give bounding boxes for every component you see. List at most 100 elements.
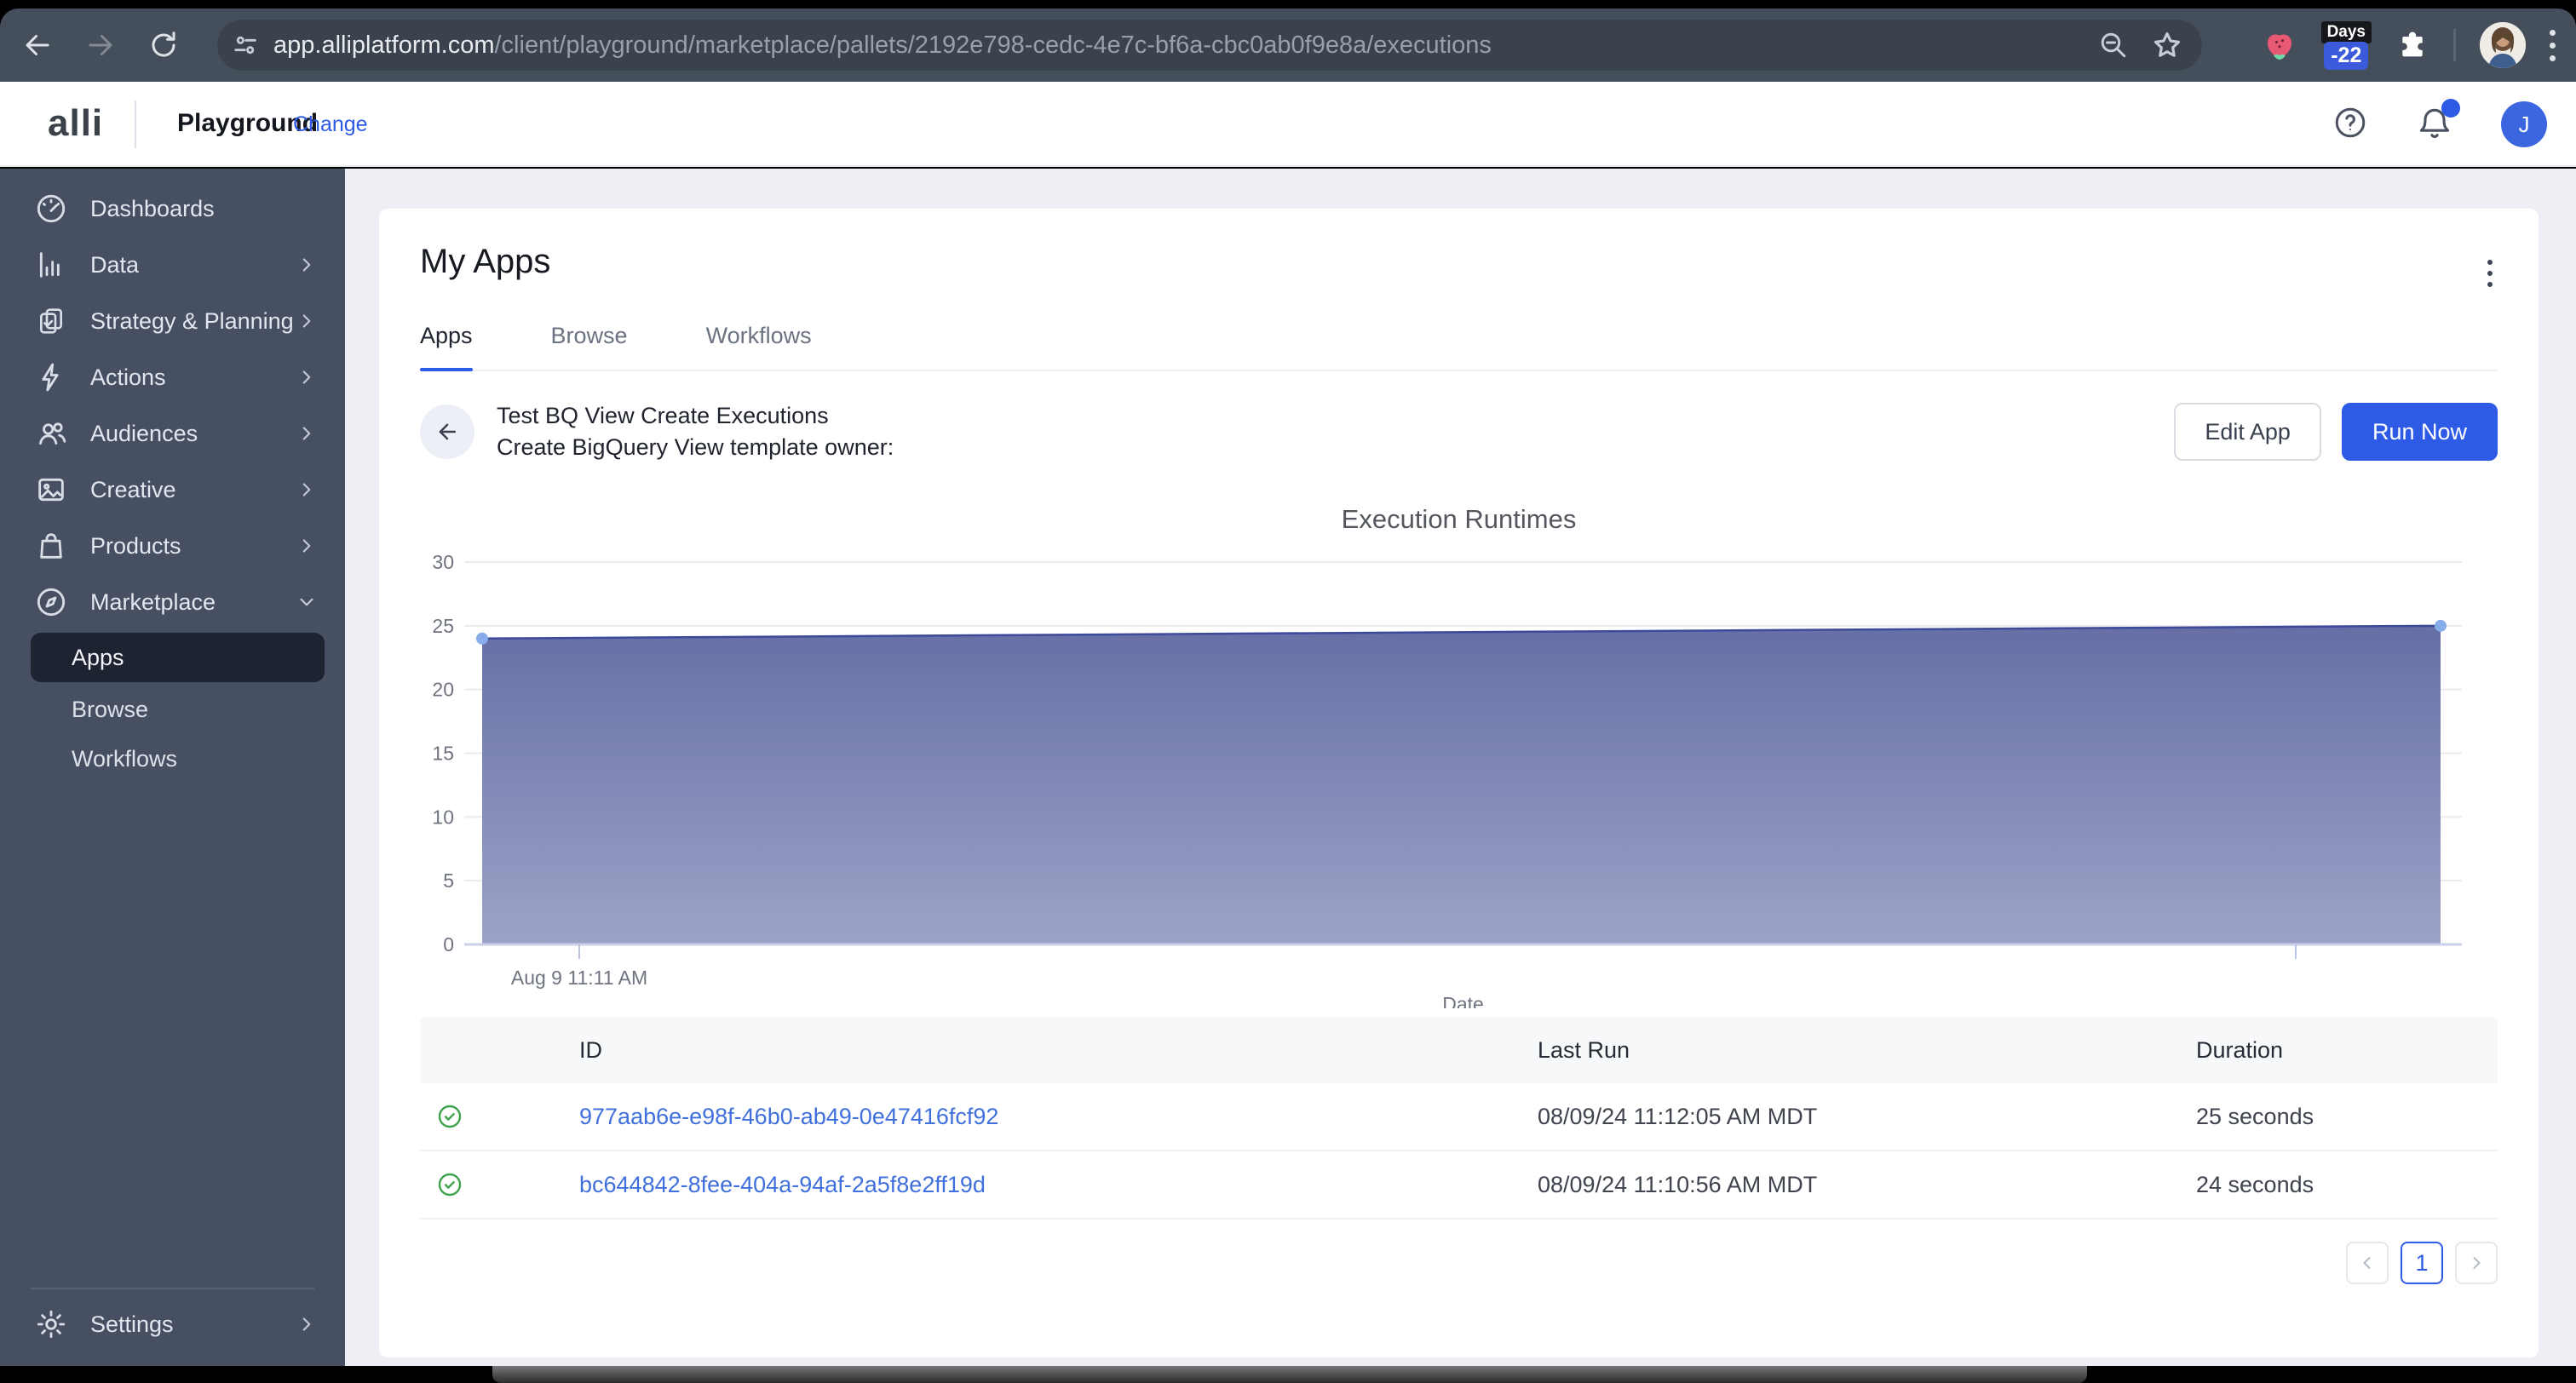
svg-text:5: 5 <box>443 869 454 892</box>
strawberry-extension-icon[interactable] <box>2262 27 2297 63</box>
executions-table: ID Last Run Duration 977aab6e-e98f-46b0-… <box>420 1017 2498 1219</box>
clipboard-check-icon <box>34 304 68 338</box>
column-header-last-run: Last Run <box>1538 1037 2196 1064</box>
browser-menu-kebab-icon[interactable] <box>2550 30 2556 61</box>
app-header: alli Playground Change J <box>0 82 2576 167</box>
url-path: /client/playground/marketplace/pallets/2… <box>495 32 1492 59</box>
user-avatar[interactable]: J <box>2501 101 2547 147</box>
execution-id-link[interactable]: 977aab6e-e98f-46b0-ab49-0e47416fcf92 <box>579 1104 1538 1130</box>
help-icon[interactable] <box>2332 105 2368 145</box>
compass-icon <box>34 585 68 619</box>
duration-cell: 25 seconds <box>2196 1104 2498 1130</box>
sidebar-item-label: Products <box>90 533 181 560</box>
chevron-right-icon <box>2466 1253 2487 1273</box>
chevron-right-icon <box>296 1313 318 1335</box>
tab-workflows[interactable]: Workflows <box>706 323 812 370</box>
extensions-puzzle-icon[interactable] <box>2395 28 2429 62</box>
sidebar-item-label: Settings <box>90 1311 174 1338</box>
sidebar-item-data[interactable]: Data <box>0 237 345 293</box>
screen: app.alliplatform.com/client/playground/m… <box>0 0 2576 1383</box>
svg-text:Aug 9 11:11 AM: Aug 9 11:11 AM <box>511 967 647 989</box>
sidebar-item-marketplace[interactable]: Marketplace <box>0 574 345 630</box>
pagination-next-button[interactable] <box>2455 1242 2498 1284</box>
url-domain: app.alliplatform.com <box>273 32 495 59</box>
sidebar-subitem-label: Browse <box>72 697 148 723</box>
sidebar-item-label: Actions <box>90 364 166 391</box>
execution-runtimes-chart: 051015202530Aug 9 11:11 AMDate <box>420 548 2498 1008</box>
toolbar-divider <box>2453 29 2456 61</box>
sidebar-subitem-browse[interactable]: Browse <box>0 685 345 734</box>
tab-browse[interactable]: Browse <box>551 323 628 370</box>
back-button[interactable] <box>420 405 474 459</box>
bookmark-star-icon[interactable] <box>2151 29 2183 61</box>
sidebar-item-strategy-planning[interactable]: Strategy & Planning <box>0 293 345 349</box>
sidebar-item-audiences[interactable]: Audiences <box>0 405 345 462</box>
sidebar-item-label: Strategy & Planning <box>90 308 294 335</box>
address-bar[interactable]: app.alliplatform.com/client/playground/m… <box>217 20 2202 71</box>
days-badge-label: Days <box>2321 21 2372 43</box>
zoom-out-icon[interactable] <box>2098 30 2129 60</box>
run-now-button[interactable]: Run Now <box>2342 403 2498 461</box>
chevron-right-icon <box>296 422 318 445</box>
sidebar-item-label: Marketplace <box>90 589 216 616</box>
change-workspace-link[interactable]: Change <box>293 112 368 137</box>
site-settings-icon[interactable] <box>231 31 260 60</box>
svg-text:30: 30 <box>432 551 454 573</box>
main-content: My Apps Apps Browse Workflows Test BQ Vi… <box>345 169 2576 1366</box>
shopping-bag-icon <box>34 529 68 563</box>
sidebar-item-label: Audiences <box>90 421 198 447</box>
execution-id-link[interactable]: bc644842-8fee-404a-94af-2a5f8e2ff19d <box>579 1172 1538 1198</box>
sidebar-item-dashboards[interactable]: Dashboards <box>0 181 345 237</box>
svg-text:10: 10 <box>432 806 454 828</box>
table-header-row: ID Last Run Duration <box>420 1017 2498 1083</box>
browser-reload-button[interactable] <box>148 30 179 60</box>
status-check-icon <box>420 1103 579 1130</box>
chevron-right-icon <box>296 535 318 557</box>
pagination-page-1-button[interactable]: 1 <box>2401 1242 2443 1284</box>
sidebar: Dashboards Data Strategy & Planning Acti… <box>0 169 345 1366</box>
notifications-bell-icon[interactable] <box>2416 104 2453 146</box>
days-countdown-extension[interactable]: Days -22 <box>2321 21 2372 70</box>
duration-cell: 24 seconds <box>2196 1172 2498 1198</box>
browser-profile-avatar[interactable] <box>2480 22 2526 68</box>
gauge-icon <box>34 192 68 226</box>
chevron-down-icon <box>296 591 318 613</box>
svg-text:25: 25 <box>432 615 454 637</box>
chevron-right-icon <box>296 310 318 332</box>
sidebar-subitem-workflows[interactable]: Workflows <box>0 734 345 783</box>
sidebar-subitem-label: Workflows <box>72 746 177 772</box>
svg-text:0: 0 <box>443 933 454 955</box>
table-row: 977aab6e-e98f-46b0-ab49-0e47416fcf92 08/… <box>420 1083 2498 1151</box>
bar-chart-icon <box>34 248 68 282</box>
app-name: Test BQ View Create Executions <box>497 400 894 432</box>
browser-toolbar: app.alliplatform.com/client/playground/m… <box>0 9 2576 82</box>
last-run-cell: 08/09/24 11:10:56 AM MDT <box>1538 1172 2196 1198</box>
chevron-right-icon <box>296 366 318 388</box>
card-menu-kebab-icon[interactable] <box>2482 255 2498 292</box>
sidebar-subitem-apps[interactable]: Apps <box>31 633 325 682</box>
pagination-prev-button[interactable] <box>2346 1242 2389 1284</box>
tab-apps[interactable]: Apps <box>420 323 473 370</box>
status-check-icon <box>420 1171 579 1198</box>
sidebar-item-products[interactable]: Products <box>0 518 345 574</box>
dock-shadow-band <box>492 1366 2087 1383</box>
svg-text:15: 15 <box>432 743 454 765</box>
sidebar-item-settings[interactable]: Settings <box>0 1296 345 1352</box>
gear-icon <box>34 1307 68 1341</box>
notification-badge <box>2441 99 2460 118</box>
column-header-id: ID <box>579 1037 1538 1064</box>
sidebar-item-creative[interactable]: Creative <box>0 462 345 518</box>
chevron-right-icon <box>296 254 318 276</box>
chevron-left-icon <box>2357 1253 2378 1273</box>
app-owner-subtitle: Create BigQuery View template owner: <box>497 432 894 463</box>
browser-forward-button[interactable] <box>85 30 116 60</box>
days-badge-value: -22 <box>2324 42 2368 70</box>
edit-app-button[interactable]: Edit App <box>2174 403 2321 461</box>
alli-logo: alli <box>48 102 103 145</box>
tab-bar: Apps Browse Workflows <box>420 323 2498 371</box>
browser-back-button[interactable] <box>22 30 53 60</box>
chart-title: Execution Runtimes <box>420 504 2498 535</box>
url-text[interactable]: app.alliplatform.com/client/playground/m… <box>273 32 1492 60</box>
sidebar-item-actions[interactable]: Actions <box>0 349 345 405</box>
column-header-duration: Duration <box>2196 1037 2498 1064</box>
